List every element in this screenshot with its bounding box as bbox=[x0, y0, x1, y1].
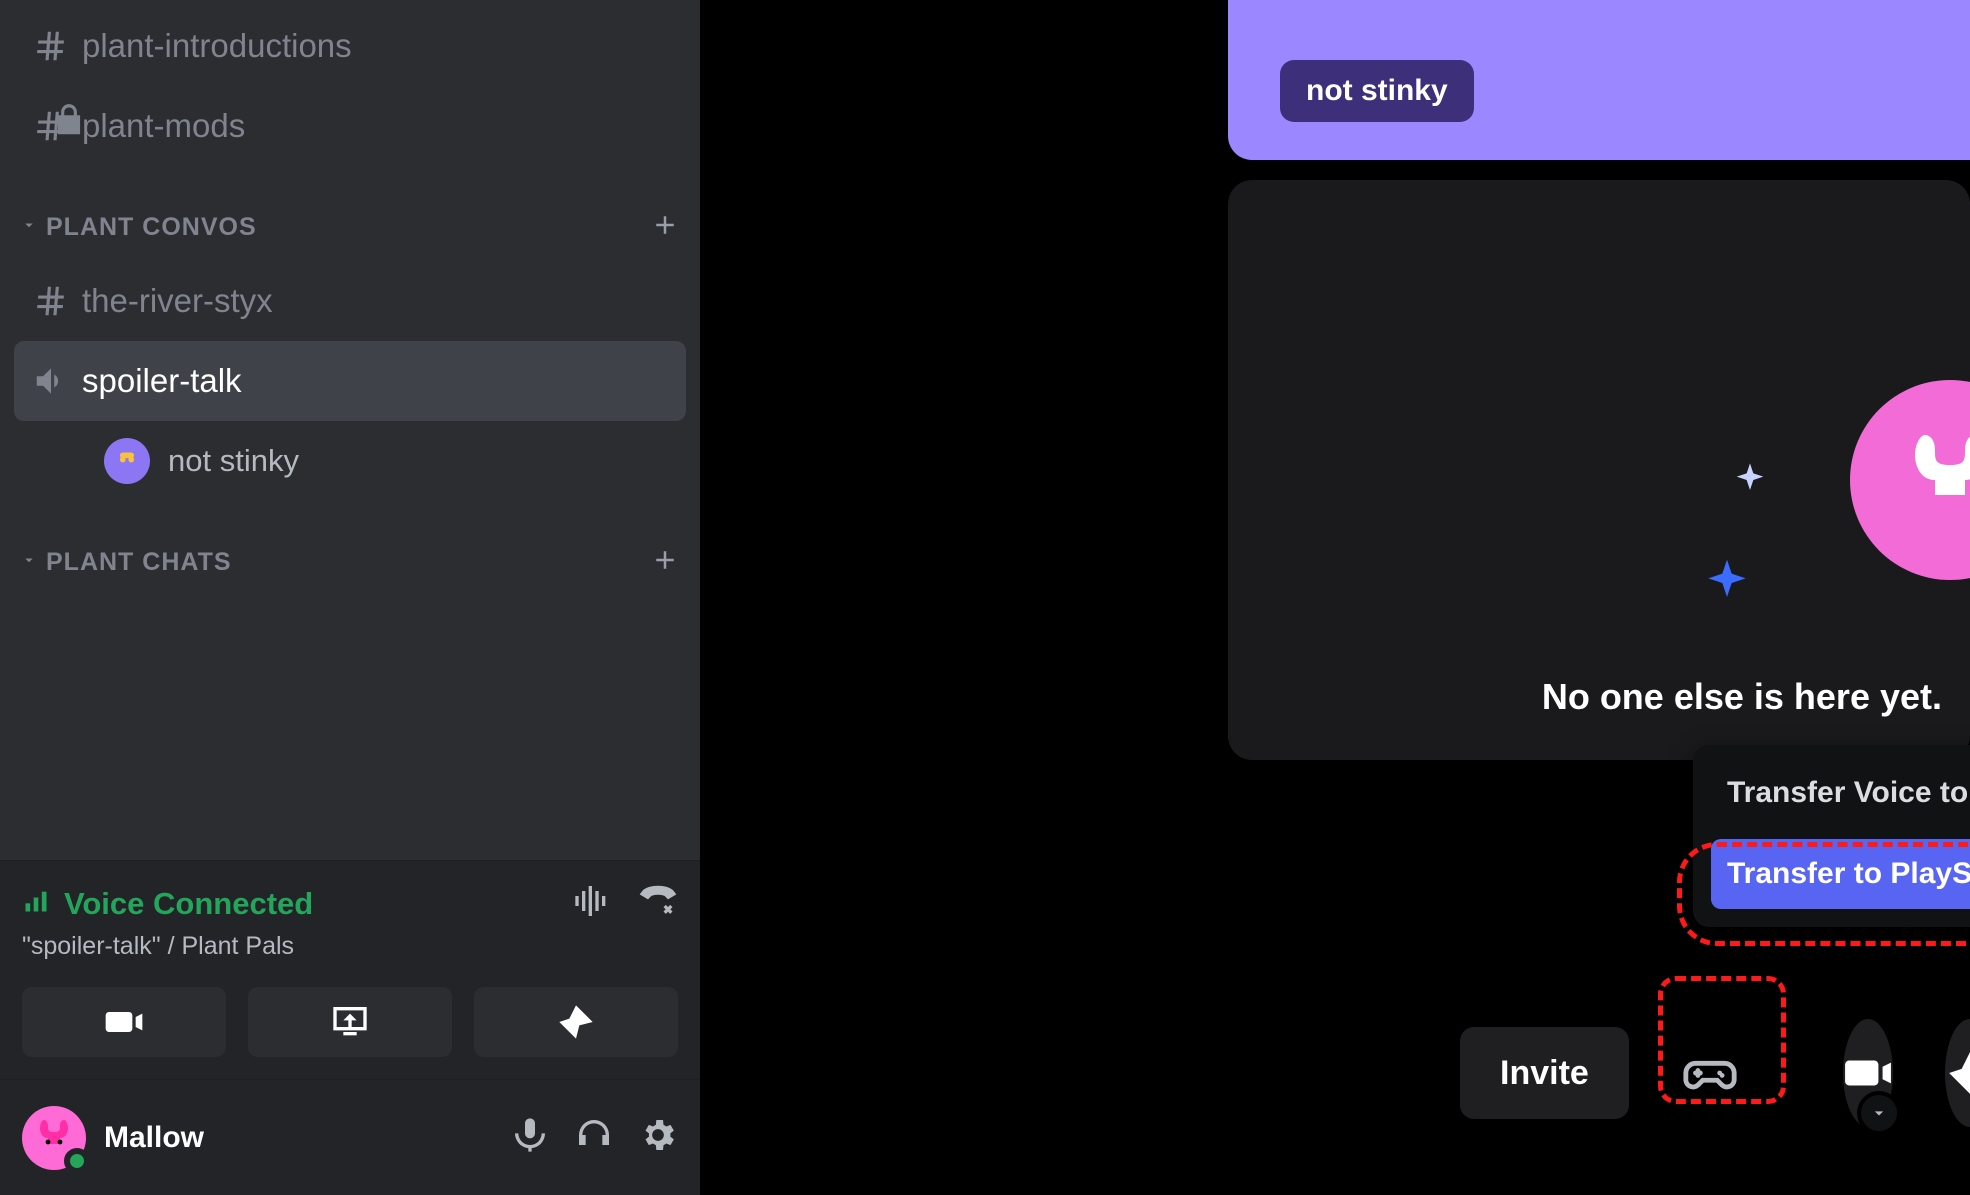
channel-spoiler-talk[interactable]: spoiler-talk bbox=[14, 341, 686, 421]
deafen-button[interactable] bbox=[574, 1115, 614, 1160]
status-online-icon bbox=[64, 1148, 90, 1174]
channel-name: spoiler-talk bbox=[82, 362, 242, 400]
transfer-xbox-label: Transfer Voice to Xbox bbox=[1727, 776, 1970, 810]
game-console-button[interactable] bbox=[1681, 1027, 1739, 1119]
voice-member-not-stinky[interactable]: not stinky bbox=[14, 421, 686, 501]
camera-button[interactable] bbox=[22, 987, 226, 1057]
camera-toggle-button[interactable] bbox=[1843, 1019, 1893, 1127]
participant-name-chip: not stinky bbox=[1280, 60, 1474, 122]
voice-member-name: not stinky bbox=[168, 443, 299, 479]
invite-button[interactable]: Invite bbox=[1460, 1027, 1629, 1119]
disconnect-button[interactable] bbox=[638, 881, 678, 926]
activity-launch-button[interactable] bbox=[1945, 1019, 1970, 1127]
activity-button[interactable] bbox=[474, 987, 678, 1057]
hash-icon bbox=[32, 27, 82, 65]
avatar[interactable] bbox=[22, 1106, 86, 1170]
participant-tile-empty[interactable]: No one else is here yet. bbox=[1228, 180, 1970, 760]
add-channel-button[interactable] bbox=[650, 210, 680, 245]
channel-plant-introductions[interactable]: plant-introductions bbox=[14, 6, 686, 86]
transfer-voice-playstation[interactable]: Transfer to PlayStation bbox=[1711, 839, 1970, 909]
invite-button-label: Invite bbox=[1500, 1054, 1589, 1093]
noise-suppression-button[interactable] bbox=[572, 881, 612, 926]
avatar bbox=[104, 438, 150, 484]
mute-button[interactable] bbox=[510, 1115, 550, 1160]
screen-share-button[interactable] bbox=[248, 987, 452, 1057]
username[interactable]: Mallow bbox=[104, 1121, 510, 1155]
channel-the-river-styx[interactable]: the-river-styx bbox=[14, 261, 686, 341]
add-channel-button[interactable] bbox=[650, 545, 680, 580]
chevron-down-icon bbox=[20, 551, 38, 574]
voice-channel-path: "spoiler-talk" / Plant Pals bbox=[22, 932, 678, 961]
category-name: PLANT CHATS bbox=[46, 548, 650, 577]
transfer-voice-popover: Transfer Voice to Xbox Transfer to PlayS… bbox=[1693, 745, 1970, 927]
sparkle-icon bbox=[1699, 555, 1755, 616]
channel-name: plant-introductions bbox=[82, 27, 352, 65]
channel-sidebar: plant-introductions plant-mods PLANT CON… bbox=[0, 0, 700, 1195]
user-panel: Mallow bbox=[0, 1079, 700, 1195]
sparkle-icon bbox=[1730, 460, 1770, 505]
voice-call-view: not stinky No one else is here yet. In T… bbox=[700, 0, 1970, 1195]
channel-list: plant-introductions plant-mods PLANT CON… bbox=[0, 0, 700, 860]
settings-button[interactable] bbox=[638, 1115, 678, 1160]
category-plant-chats[interactable]: PLANT CHATS bbox=[14, 501, 686, 596]
empty-illustration bbox=[1850, 380, 1970, 580]
channel-name: the-river-styx bbox=[82, 282, 273, 320]
voice-status[interactable]: Voice Connected bbox=[64, 886, 572, 922]
hash-icon bbox=[32, 282, 82, 320]
channel-name: plant-mods bbox=[82, 107, 245, 145]
speaker-icon bbox=[32, 362, 82, 400]
channel-plant-mods[interactable]: plant-mods bbox=[14, 86, 686, 166]
chevron-down-icon[interactable] bbox=[1857, 1091, 1901, 1135]
category-plant-convos[interactable]: PLANT CONVOS bbox=[14, 166, 686, 261]
call-controls: Invite bbox=[1460, 1019, 1970, 1127]
transfer-ps-label: Transfer to PlayStation bbox=[1727, 857, 1970, 891]
voice-connected-panel: Voice Connected "spoiler-talk" / Plant P… bbox=[0, 860, 700, 1079]
chevron-down-icon bbox=[20, 216, 38, 239]
signal-icon bbox=[22, 887, 50, 920]
category-name: PLANT CONVOS bbox=[46, 213, 650, 242]
hash-lock-icon bbox=[32, 107, 82, 145]
empty-state-text: No one else is here yet. bbox=[1542, 676, 1942, 718]
transfer-voice-xbox[interactable]: Transfer Voice to Xbox bbox=[1711, 763, 1970, 823]
participant-tile-self[interactable]: not stinky bbox=[1228, 0, 1970, 160]
